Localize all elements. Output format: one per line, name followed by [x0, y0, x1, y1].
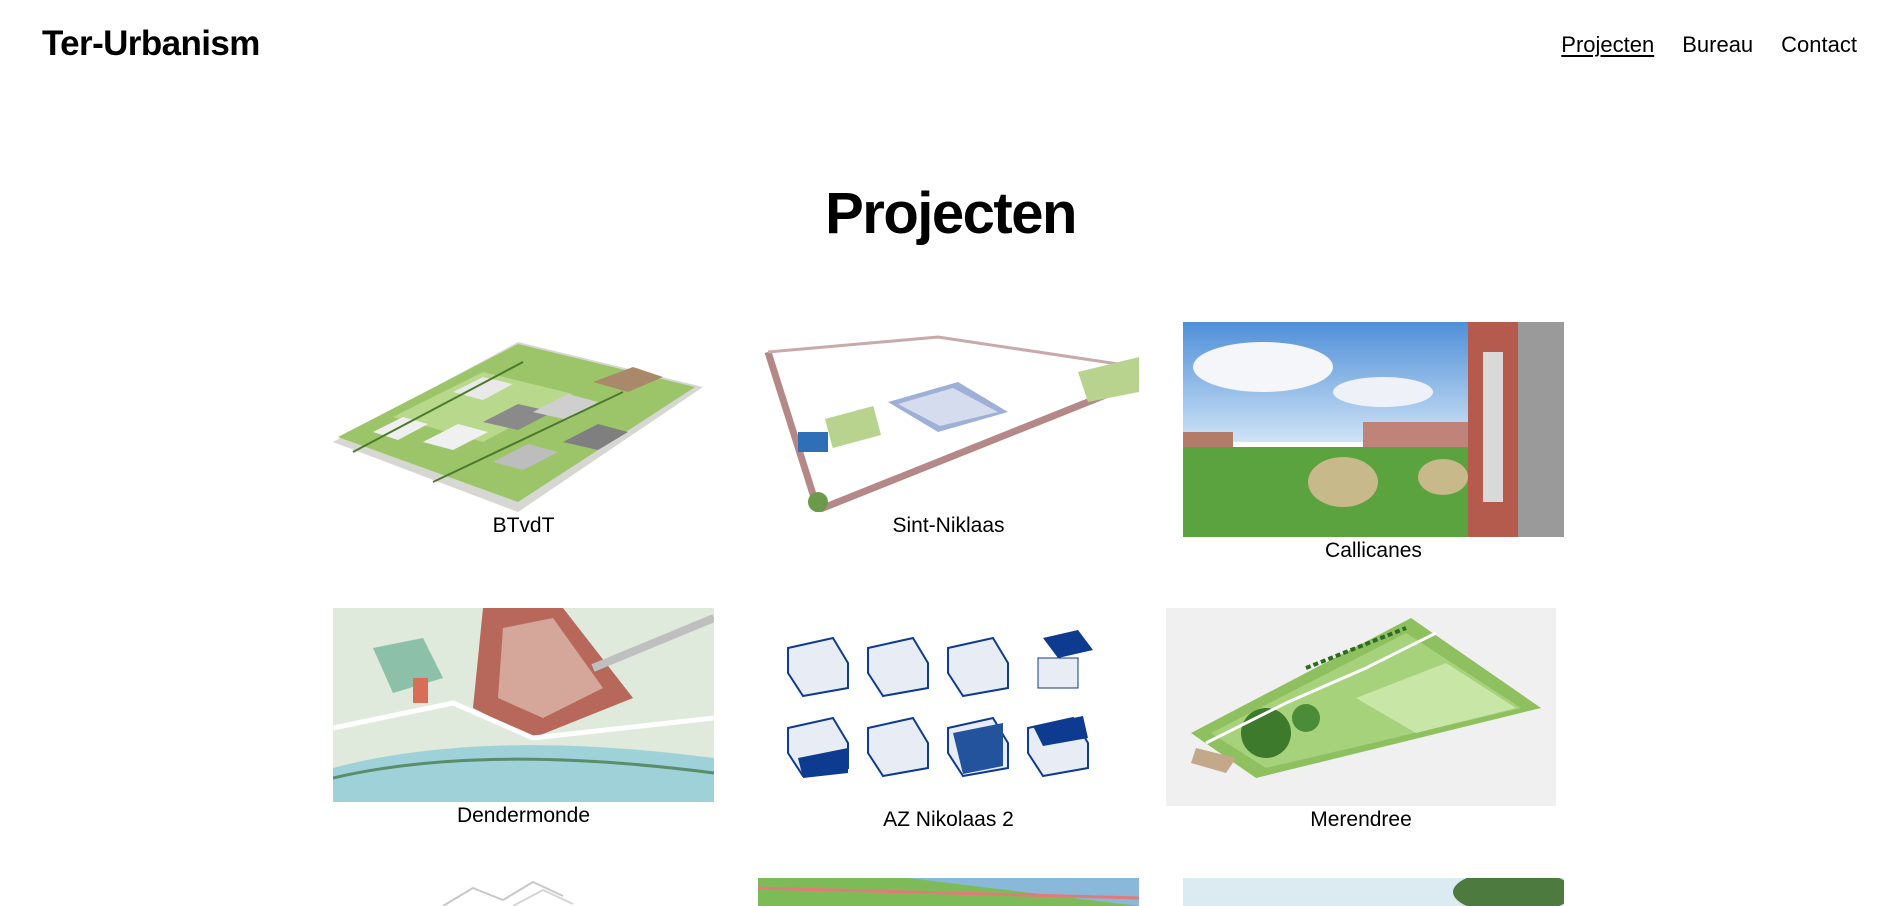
nav-projecten[interactable]: Projecten	[1561, 32, 1654, 58]
project-card-az-nikolaas-2[interactable]: AZ Nikolaas 2	[758, 608, 1139, 832]
project-card-sint-niklaas[interactable]: Sint-Niklaas	[758, 322, 1139, 538]
project-title: BTvdT	[492, 514, 555, 537]
main-nav: Projecten Bureau Contact	[1561, 32, 1857, 58]
project-thumbnail-partial[interactable]	[1183, 878, 1564, 906]
project-thumbnail-partial[interactable]	[333, 878, 714, 906]
project-thumbnail	[1166, 608, 1556, 806]
nav-bureau[interactable]: Bureau	[1682, 32, 1753, 58]
project-thumbnail	[758, 608, 1139, 806]
nav-contact[interactable]: Contact	[1781, 32, 1857, 58]
project-thumbnail	[1183, 322, 1564, 537]
project-card-dendermonde[interactable]: Dendermonde	[333, 608, 714, 828]
project-card-merendree[interactable]: Merendree	[1166, 608, 1556, 832]
project-thumbnail	[333, 608, 714, 802]
site-logo[interactable]: Ter-Urbanism	[42, 24, 260, 64]
page-title: Projecten	[825, 181, 1077, 246]
project-thumbnail	[333, 322, 714, 512]
project-title: Callicanes	[1325, 539, 1422, 562]
project-card-btvdt[interactable]: BTvdT	[333, 322, 714, 538]
project-title: AZ Nikolaas 2	[883, 808, 1014, 831]
project-card-callicanes[interactable]: Callicanes	[1183, 322, 1564, 563]
project-thumbnail-partial[interactable]	[758, 878, 1139, 906]
project-title: Merendree	[1310, 808, 1412, 831]
project-title: Sint-Niklaas	[892, 514, 1005, 537]
project-thumbnail	[758, 322, 1139, 512]
project-title: Dendermonde	[456, 804, 591, 827]
